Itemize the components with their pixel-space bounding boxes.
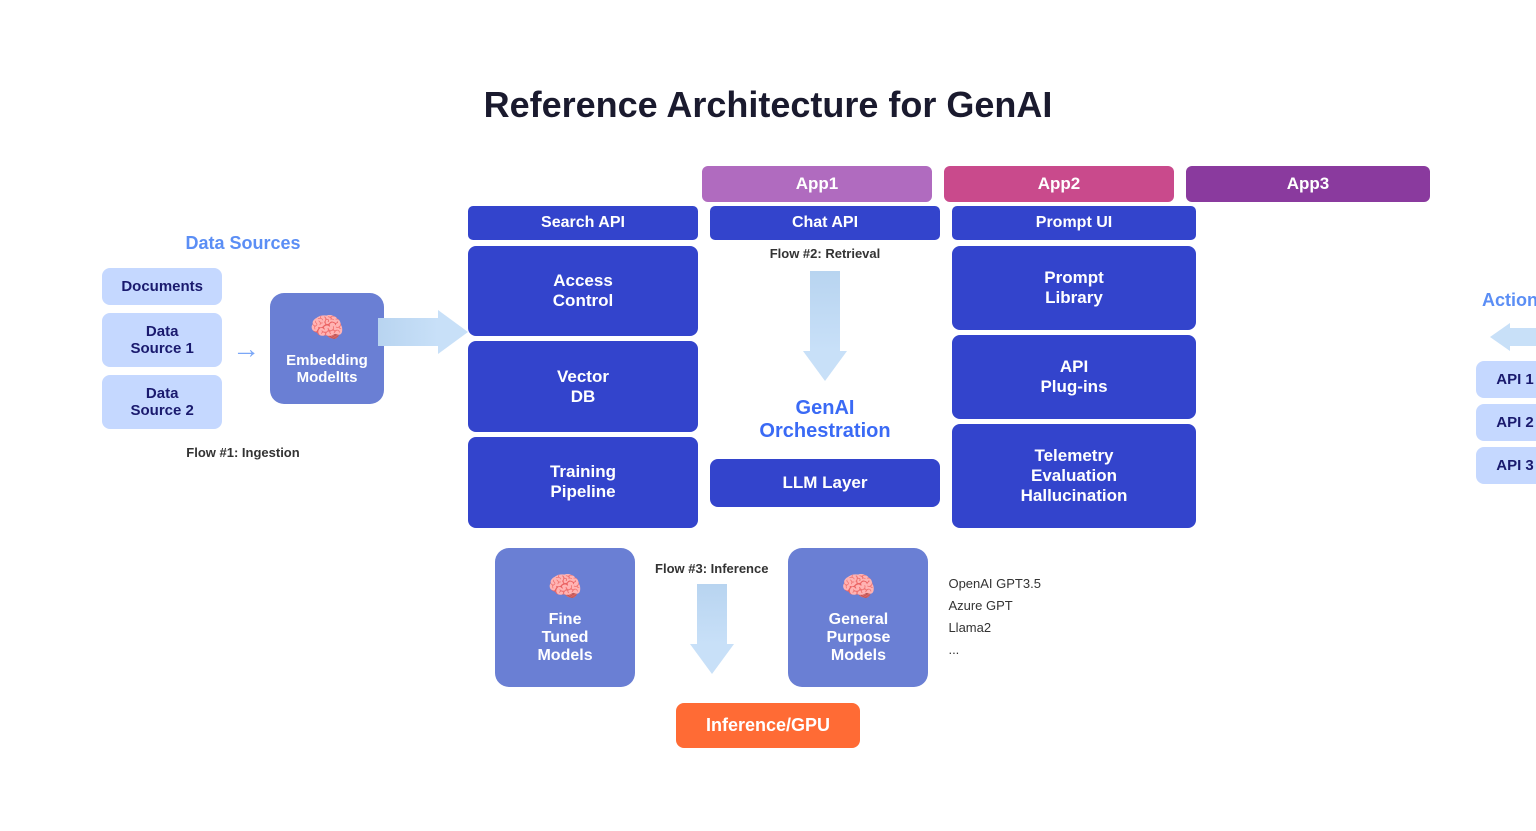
general-purpose-box: 🧠 General Purpose Models	[788, 548, 928, 687]
data-source-list: Documents Data Source 1 Data Source 2	[102, 268, 222, 429]
left-section: Data Sources Documents Data Source 1 Dat…	[108, 233, 378, 460]
apis-row: Search API Chat API Prompt UI	[468, 206, 1430, 240]
api3-item: API 3	[1476, 447, 1536, 484]
left-content: Documents Data Source 1 Data Source 2 → …	[102, 268, 384, 429]
genai-box: GenAI Orchestration	[759, 397, 890, 443]
data-source-1: Data Source 1	[102, 313, 222, 367]
flow3-label: Flow #3: Inference	[655, 561, 768, 576]
diagram-container: Reference Architecture for GenAI Data So…	[68, 54, 1468, 778]
prompt-col: Prompt Library API Plug-ins Telemetry Ev…	[952, 246, 1196, 528]
flow3-area: Flow #3: Inference	[655, 561, 768, 674]
actions-title: Actions	[1482, 290, 1536, 311]
flow2-arrowhead	[803, 351, 847, 381]
llm-box: LLM Layer	[710, 459, 940, 507]
api2-item: API 2	[1476, 404, 1536, 441]
access-control-box: Access Control	[468, 246, 698, 337]
embedding-box: 🧠 Embedding ModelIts	[270, 293, 384, 404]
prompt-library-box: Prompt Library	[952, 246, 1196, 330]
right-section: Actions API 1 API 2 API 3	[1440, 290, 1536, 484]
arrow-right-big	[378, 310, 468, 354]
brain-icon-3: 🧠	[841, 570, 876, 603]
page-title: Reference Architecture for GenAI	[108, 84, 1428, 126]
arrow-shaft	[378, 318, 438, 346]
chat-col: Flow #2: Retrieval GenAI Orchestration L…	[710, 246, 940, 528]
app1-spacer	[468, 166, 698, 202]
arrow-shaft-h	[1510, 328, 1536, 346]
data-source-2: Data Source 2	[102, 375, 222, 429]
training-pipeline-box: Training Pipeline	[468, 437, 698, 528]
app3-badge: App3	[1186, 166, 1430, 202]
arrow-head	[438, 310, 468, 354]
brain-icon: 🧠	[310, 311, 345, 344]
search-api-badge: Search API	[468, 206, 698, 240]
embedding-label: Embedding ModelIts	[286, 352, 368, 386]
data-source-documents: Documents	[102, 268, 222, 305]
bottom-layout: 🧠 Fine Tuned Models Flow #3: Inference 🧠…	[108, 548, 1428, 748]
flow2-arrow	[803, 271, 847, 381]
app1-badge: App1	[702, 166, 932, 202]
flow3-shaft	[697, 584, 727, 644]
search-col: Access Control Vector DB Training Pipeli…	[468, 246, 698, 528]
flow3-arrow	[690, 584, 734, 674]
flow2-label: Flow #2: Retrieval	[770, 246, 881, 261]
flow2-shaft	[810, 271, 840, 351]
fine-tuned-label: Fine Tuned Models	[537, 611, 592, 665]
model-list: OpenAI GPT3.5 Azure GPT Llama2 ...	[948, 573, 1041, 661]
api-plugins-box: API Plug-ins	[952, 335, 1196, 419]
arrow-left-head	[1490, 323, 1510, 351]
fine-tuned-box: 🧠 Fine Tuned Models	[495, 548, 635, 687]
bottom-models-row: 🧠 Fine Tuned Models Flow #3: Inference 🧠…	[495, 548, 1041, 687]
telemetry-box: Telemetry Evaluation Hallucination	[952, 424, 1196, 528]
inference-badge: Inference/GPU	[676, 703, 860, 748]
flow1-label: Flow #1: Ingestion	[186, 445, 299, 460]
apps-row: App1 App2 App3	[468, 166, 1430, 202]
api-list: API 1 API 2 API 3	[1476, 361, 1536, 484]
arrow-to-embedding: →	[232, 333, 260, 365]
ingestion-arrow	[378, 310, 468, 354]
general-label: General Purpose Models	[826, 611, 890, 665]
app2-badge: App2	[944, 166, 1174, 202]
middle-section: App1 App2 App3 Search API Chat API Promp…	[468, 166, 1430, 528]
vector-db-box: Vector DB	[468, 341, 698, 432]
main-content-row: Access Control Vector DB Training Pipeli…	[468, 246, 1430, 528]
chat-api-badge: Chat API	[710, 206, 940, 240]
data-sources-title: Data Sources	[185, 233, 300, 254]
prompt-ui-badge: Prompt UI	[952, 206, 1196, 240]
api1-item: API 1	[1476, 361, 1536, 398]
brain-icon-2: 🧠	[548, 570, 583, 603]
flow3-arrowhead	[690, 644, 734, 674]
actions-arrow	[1490, 323, 1536, 351]
diagram-body: Data Sources Documents Data Source 1 Dat…	[108, 166, 1428, 528]
